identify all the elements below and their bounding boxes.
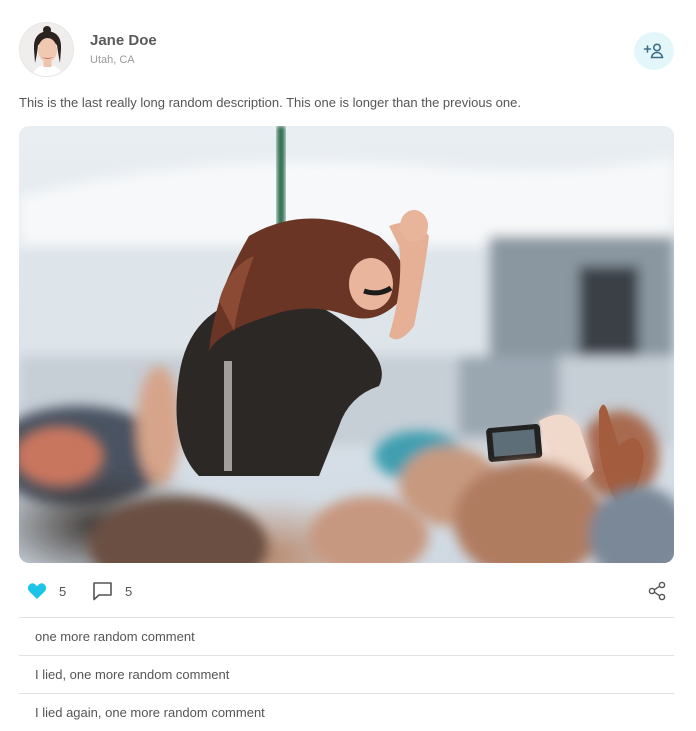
author-location: Utah, CA — [90, 54, 135, 66]
avatar[interactable] — [19, 22, 74, 77]
concert-photo — [19, 126, 674, 563]
follow-button[interactable] — [634, 32, 674, 70]
comments-list: one more random comment I lied, one more… — [19, 617, 674, 731]
post-description: This is the last really long random desc… — [19, 95, 521, 110]
comment-item[interactable]: one more random comment — [19, 617, 674, 655]
post-image[interactable] — [19, 126, 674, 563]
post-header: Jane Doe Utah, CA — [19, 22, 674, 78]
comment-button[interactable]: 5 — [92, 576, 132, 606]
share-button[interactable] — [648, 581, 666, 606]
avatar-image — [20, 23, 73, 76]
author-name[interactable]: Jane Doe — [90, 32, 157, 49]
comment-item[interactable]: I lied again, one more random comment — [19, 693, 674, 731]
like-button[interactable]: 5 — [27, 576, 66, 606]
post-actions: 5 5 — [19, 576, 674, 606]
share-icon — [648, 581, 666, 601]
comments-count: 5 — [125, 583, 133, 599]
comment-item[interactable]: I lied, one more random comment — [19, 655, 674, 693]
likes-count: 5 — [59, 583, 67, 599]
comment-icon — [93, 582, 112, 601]
heart-icon — [27, 583, 47, 599]
add-person-icon — [643, 43, 664, 59]
